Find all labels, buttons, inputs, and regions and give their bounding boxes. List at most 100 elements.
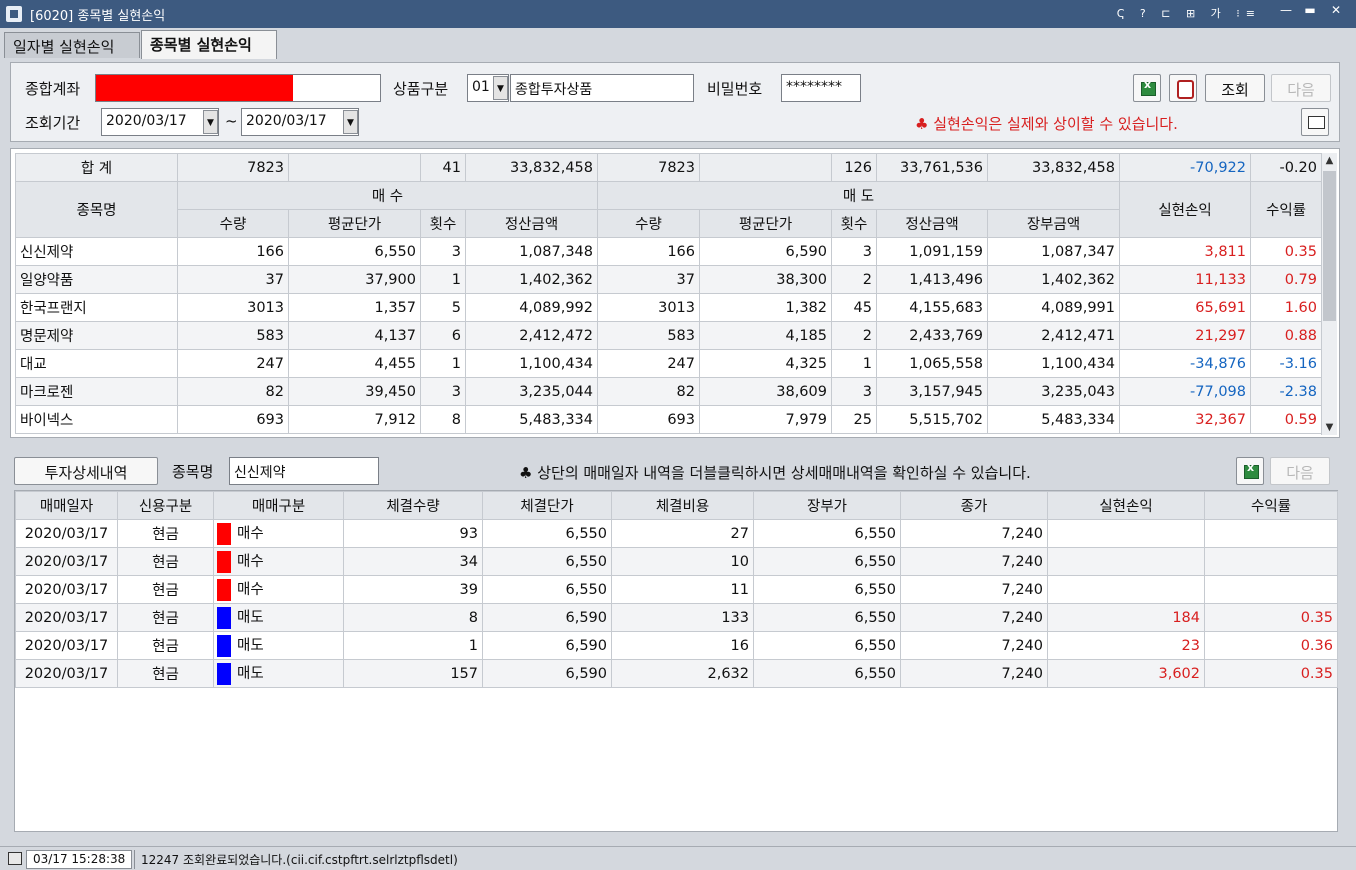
stock-cell-bq: 247: [177, 349, 289, 378]
detail-next-button[interactable]: 다음: [1270, 457, 1330, 485]
date-to-field[interactable]: 2020/03/17: [241, 108, 359, 136]
detail-cell-cost: 16: [611, 631, 754, 660]
scroll-thumb[interactable]: [1323, 171, 1336, 321]
detail-row[interactable]: 2020/03/17 현금 매수 39 6,550 11 6,550 7,240: [15, 575, 1338, 604]
maximize-button[interactable]: ▬: [1300, 3, 1320, 21]
print-icon[interactable]: [1169, 74, 1197, 102]
detail-header-qty[interactable]: 체결수량: [343, 491, 483, 520]
header-buy-amount[interactable]: 정산금액: [465, 209, 598, 238]
stock-cell-sm: 4,155,683: [876, 293, 988, 322]
date-to-dropdown-icon[interactable]: ▼: [343, 110, 358, 134]
detail-row[interactable]: 2020/03/17 현금 매수 34 6,550 10 6,550 7,240: [15, 547, 1338, 576]
stock-row[interactable]: 일양약품 37 37,900 1 1,402,362 37 38,300 2 1,413,496…: [15, 265, 1322, 294]
product-dropdown-icon[interactable]: ▼: [493, 76, 508, 100]
upper-scrollbar[interactable]: ▲ ▼: [1321, 153, 1337, 435]
stock-cell-ba: 4,137: [288, 321, 421, 350]
status-bar: 03/17 15:28:38 12247 조회완료되었습니다.(cii.cif.…: [0, 846, 1356, 870]
password-field[interactable]: ********: [781, 74, 861, 102]
header-sell-amount[interactable]: 정산금액: [876, 209, 988, 238]
stock-row[interactable]: 바이넥스 693 7,912 8 5,483,334 693 7,979 25 5,515,70…: [15, 405, 1322, 434]
detail-row[interactable]: 2020/03/17 현금 매도 157 6,590 2,632 6,550 7,240 3,6…: [15, 659, 1338, 688]
header-pnl[interactable]: 실현손익: [1119, 181, 1251, 238]
detail-header-price[interactable]: 체결단가: [482, 491, 612, 520]
close-button[interactable]: ✕: [1326, 3, 1346, 21]
header-sell-count[interactable]: 횟수: [831, 209, 877, 238]
memo-icon[interactable]: [1301, 108, 1329, 136]
detail-cell-date: 2020/03/17: [15, 631, 118, 660]
stock-cell-sa: 38,609: [699, 377, 832, 406]
header-book-amount[interactable]: 장부금액: [987, 209, 1120, 238]
summary-buy-qty: 7823: [177, 153, 289, 182]
header-buy-qty[interactable]: 수량: [177, 209, 289, 238]
detail-cell-date: 2020/03/17: [15, 547, 118, 576]
side-label: 매도: [237, 666, 264, 682]
app-icon[interactable]: [6, 6, 22, 22]
header-buy-count[interactable]: 횟수: [420, 209, 466, 238]
side-color-marker: [217, 607, 231, 629]
detail-cell-cost: 27: [611, 519, 754, 548]
detail-header-close[interactable]: 종가: [900, 491, 1048, 520]
stock-cell-name: 마크로젠: [15, 377, 178, 406]
summary-pnl: -70,922: [1119, 153, 1251, 182]
stock-row[interactable]: 한국프랜지 3013 1,357 5 4,089,992 3013 1,382 45 4,155…: [15, 293, 1322, 322]
stock-cell-sq: 3013: [597, 293, 700, 322]
header-sell-avg[interactable]: 평균단가: [699, 209, 832, 238]
detail-header-pnl[interactable]: 실현손익: [1047, 491, 1205, 520]
stock-cell-bm: 1,402,362: [465, 265, 598, 294]
detail-row[interactable]: 2020/03/17 현금 매도 8 6,590 133 6,550 7,240 184 0.35: [15, 603, 1338, 632]
date-from-dropdown-icon[interactable]: ▼: [203, 110, 218, 134]
stock-cell-sq: 583: [597, 321, 700, 350]
side-label: 매도: [237, 638, 264, 654]
detail-cell-book: 6,550: [753, 575, 901, 604]
stock-cell-bc: 5: [420, 293, 466, 322]
header-buy-avg[interactable]: 평균단가: [288, 209, 421, 238]
detail-cell-book: 6,550: [753, 519, 901, 548]
detail-row[interactable]: 2020/03/17 현금 매수 93 6,550 27 6,550 7,240: [15, 519, 1338, 548]
minimize-button[interactable]: —: [1276, 3, 1296, 21]
detail-header-date[interactable]: 매매일자: [15, 491, 118, 520]
summary-sell-qty: 7823: [597, 153, 700, 182]
account-label: 종합계좌: [25, 80, 81, 98]
date-from-field[interactable]: 2020/03/17: [101, 108, 219, 136]
excel-export-icon[interactable]: [1133, 74, 1161, 102]
detail-header-credit[interactable]: 신용구분: [117, 491, 214, 520]
header-rate[interactable]: 수익률: [1250, 181, 1322, 238]
stock-row[interactable]: 명문제약 583 4,137 6 2,412,472 583 4,185 2 2,433,769…: [15, 321, 1322, 350]
summary-rate: -0.20: [1250, 153, 1322, 182]
tab-stock-pnl[interactable]: 종목별 실현손익: [141, 30, 277, 59]
password-label: 비밀번호: [707, 80, 763, 98]
stock-cell-name: 일양약품: [15, 265, 178, 294]
next-button[interactable]: 다음: [1271, 74, 1331, 102]
search-button[interactable]: 조회: [1205, 74, 1265, 102]
product-label: 상품구분: [393, 80, 449, 98]
detail-row[interactable]: 2020/03/17 현금 매도 1 6,590 16 6,550 7,240 23 0.36: [15, 631, 1338, 660]
stock-cell-sq: 82: [597, 377, 700, 406]
detail-header-cost[interactable]: 체결비용: [611, 491, 754, 520]
detail-cell-price: 6,550: [482, 575, 612, 604]
scroll-up-icon[interactable]: ▲: [1322, 155, 1337, 166]
stock-cell-bm: 1,087,348: [465, 237, 598, 266]
header-stock[interactable]: 종목명: [15, 181, 178, 238]
header-sell-qty[interactable]: 수량: [597, 209, 700, 238]
detail-cell-rate: [1204, 547, 1338, 576]
detail-header-book[interactable]: 장부가: [753, 491, 901, 520]
detail-header-rate[interactable]: 수익률: [1204, 491, 1338, 520]
summary-book-amount: 33,832,458: [987, 153, 1120, 182]
scroll-down-icon[interactable]: ▼: [1322, 422, 1337, 433]
monitor-icon[interactable]: [8, 852, 22, 865]
toolbar-icons[interactable]: Ҁ ? ⊏ ⊞ 가 ⁝≡: [1117, 5, 1261, 21]
stock-cell-sq: 247: [597, 349, 700, 378]
detail-stock-field[interactable]: 신신제약: [229, 457, 379, 485]
investment-detail-button[interactable]: 투자상세내역: [14, 457, 158, 485]
detail-cell-pnl: 23: [1047, 631, 1205, 660]
detail-excel-icon[interactable]: [1236, 457, 1264, 485]
stock-cell-bc: 6: [420, 321, 466, 350]
tab-daily-pnl[interactable]: 일자별 실현손익: [4, 32, 140, 58]
detail-header-side[interactable]: 매매구분: [213, 491, 344, 520]
query-panel: 종합계좌 상품구분 01 ▼ 종합투자상품 비밀번호 ******** 조회 다…: [10, 62, 1340, 142]
stock-row[interactable]: 대교 247 4,455 1 1,100,434 247 4,325 1 1,065,558 1,…: [15, 349, 1322, 378]
stock-row[interactable]: 신신제약 166 6,550 3 1,087,348 166 6,590 3 1,091,159…: [15, 237, 1322, 266]
stock-cell-bc: 3: [420, 377, 466, 406]
stock-cell-book: 1,100,434: [987, 349, 1120, 378]
stock-row[interactable]: 마크로젠 82 39,450 3 3,235,044 82 38,609 3 3,157,945…: [15, 377, 1322, 406]
